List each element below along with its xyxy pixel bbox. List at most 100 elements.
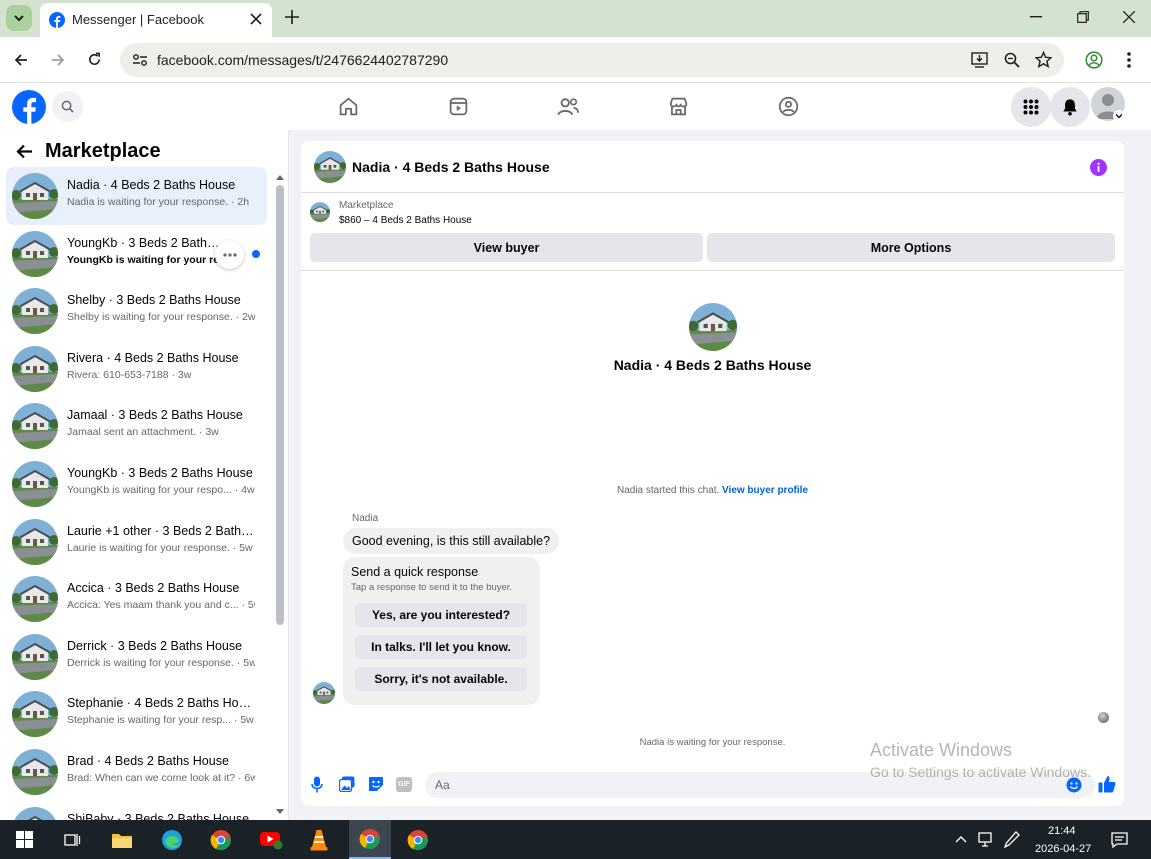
vlc-button[interactable] <box>299 820 339 859</box>
new-tab-icon[interactable] <box>285 10 299 24</box>
network-icon[interactable] <box>978 832 994 847</box>
video-icon[interactable] <box>448 96 469 117</box>
listing-title[interactable]: $860 – 4 Beds 2 Baths House <box>339 215 472 226</box>
account-chevron[interactable] <box>1113 110 1125 122</box>
windows-taskbar: 21:44 2026-04-27 <box>0 820 1151 859</box>
scroll-up-icon[interactable] <box>276 174 284 180</box>
message-bubble[interactable]: Good evening, is this still available? <box>343 528 560 554</box>
quick-reply-not-available[interactable]: Sorry, it's not available. <box>355 667 527 691</box>
scroll-down-icon[interactable] <box>276 809 284 815</box>
more-options-icon <box>222 252 237 257</box>
back-arrow-icon[interactable] <box>16 144 33 159</box>
browser-menu-icon[interactable] <box>1127 52 1131 68</box>
conversation-avatar <box>12 806 58 820</box>
task-view-button[interactable] <box>52 820 92 859</box>
tab-title: Messenger | Facebook <box>72 12 204 27</box>
clock-date[interactable]: 2026-04-27 <box>1035 843 1091 855</box>
chat-title[interactable]: Nadia · 4 Beds 2 Baths House <box>352 159 550 175</box>
conversation-name: Accica · 3 Beds 2 Baths House <box>67 581 240 596</box>
menu-button[interactable] <box>1011 87 1051 127</box>
info-icon[interactable] <box>1090 159 1107 176</box>
quick-response-card: Send a quick response Tap a response to … <box>343 557 540 705</box>
bookmark-star-icon[interactable] <box>1035 51 1052 68</box>
tab-messenger[interactable]: Messenger | Facebook <box>40 3 272 37</box>
conversation-item[interactable]: ShiBaby · 3 Beds 2 Baths House <box>6 801 267 820</box>
chrome-active-button[interactable] <box>349 820 391 859</box>
quick-response-subtitle: Tap a response to send it to the buyer. <box>351 582 513 593</box>
conversation-item[interactable]: Derrick · 3 Beds 2 Baths House Derrick is… <box>6 628 267 686</box>
conversation-item[interactable]: Shelby · 3 Beds 2 Baths House Shelby is w… <box>6 282 267 340</box>
notification-center-icon[interactable] <box>1111 832 1128 848</box>
conversation-preview: Nadia is waiting for your response. · 2h <box>67 196 250 208</box>
minimize-icon[interactable] <box>1030 16 1042 18</box>
conversation-avatar <box>12 691 58 738</box>
conversation-item[interactable]: Jamaal · 3 Beds 2 Baths House Jamaal sent… <box>6 397 267 455</box>
photo-icon[interactable] <box>339 776 355 792</box>
quick-reply-in-talks[interactable]: In talks. I'll let you know. <box>355 635 527 659</box>
activate-windows-subtitle: Go to Settings to activate Windows. <box>870 764 1091 780</box>
youtube-app-button[interactable] <box>251 820 291 859</box>
close-window-icon[interactable] <box>1123 11 1135 23</box>
facebook-logo-icon[interactable] <box>12 90 46 124</box>
site-settings-icon[interactable] <box>132 53 148 67</box>
marketplace-icon[interactable] <box>668 96 689 117</box>
conversation-avatar <box>12 345 58 392</box>
fb-search-button[interactable] <box>52 91 83 122</box>
conversation-item[interactable]: Nadia · 4 Beds 2 Baths House Nadia is wai… <box>6 167 267 225</box>
conversation-name: YoungKb · 3 Beds 2 Baths House <box>67 235 225 250</box>
sidebar-scrollbar[interactable] <box>276 185 284 625</box>
forward-arrow-icon[interactable] <box>51 53 65 67</box>
back-arrow-icon[interactable] <box>14 53 28 67</box>
tray-chevron-up-icon[interactable] <box>955 835 967 843</box>
install-app-icon[interactable] <box>971 52 988 68</box>
reload-icon[interactable] <box>87 52 102 67</box>
microphone-icon[interactable] <box>311 776 323 793</box>
conversation-item[interactable]: Brad · 4 Beds 2 Baths House Brad: When ca… <box>6 743 267 801</box>
quick-reply-interested[interactable]: Yes, are you interested? <box>355 603 527 627</box>
restore-icon[interactable] <box>1077 11 1089 23</box>
zoom-icon[interactable] <box>1004 52 1020 68</box>
conversation-options-button[interactable] <box>215 240 244 269</box>
address-bar[interactable]: facebook.com/messages/t/2476624402787290 <box>120 43 1064 77</box>
start-button[interactable] <box>4 820 44 859</box>
notifications-button[interactable] <box>1050 87 1090 127</box>
close-tab-icon[interactable] <box>250 13 262 25</box>
conversation-sidebar: Marketplace Nadia · 4 Beds 2 Baths House… <box>0 130 289 820</box>
gif-button[interactable]: GIF <box>396 777 412 792</box>
home-icon[interactable] <box>338 96 359 117</box>
chrome-profile-0-button[interactable] <box>201 820 241 859</box>
conversation-item[interactable]: Rivera · 4 Beds 2 Baths House Rivera: 610… <box>6 340 267 398</box>
conversation-item[interactable]: Accica · 3 Beds 2 Baths House Accica: Yes… <box>6 570 267 628</box>
gaming-icon[interactable] <box>778 96 799 117</box>
conversation-item[interactable]: YoungKb · 3 Beds 2 Baths House YoungKb is… <box>6 455 267 513</box>
more-options-button[interactable]: More Options <box>707 233 1115 262</box>
conversation-name: Stephanie · 4 Beds 2 Baths House <box>67 696 255 711</box>
view-buyer-profile-link[interactable]: View buyer profile <box>722 485 808 496</box>
conversation-item[interactable]: Stephanie · 4 Beds 2 Baths House Stephani… <box>6 685 267 743</box>
clock-time[interactable]: 21:44 <box>1048 825 1076 837</box>
view-buyer-button[interactable]: View buyer <box>310 233 703 262</box>
pen-icon[interactable] <box>1004 831 1020 848</box>
thumbs-up-icon[interactable] <box>1098 775 1116 793</box>
chat-avatar[interactable] <box>314 151 346 183</box>
task-view-icon <box>64 833 81 846</box>
marketplace-label: Marketplace <box>339 200 394 211</box>
chrome-icon <box>407 829 428 850</box>
listing-thumbnail <box>310 202 330 222</box>
url-text: facebook.com/messages/t/2476624402787290 <box>157 52 449 68</box>
sticker-icon[interactable] <box>368 776 384 792</box>
conversation-avatar <box>12 633 58 680</box>
chat-area: Nadia · 4 Beds 2 Baths House Marketplace… <box>289 130 1151 820</box>
edge-button[interactable] <box>152 820 192 859</box>
conversation-item[interactable]: Laurie +1 other · 3 Beds 2 Baths... Lauri… <box>6 513 267 571</box>
profile-icon[interactable] <box>1085 51 1103 69</box>
friends-icon[interactable] <box>557 96 579 117</box>
conversation-name: Nadia · 4 Beds 2 Baths House <box>67 178 236 192</box>
tab-search-button[interactable] <box>6 5 32 31</box>
chrome-profile-2-button[interactable] <box>398 820 438 859</box>
unread-dot <box>252 250 260 258</box>
conversation-name: YoungKb · 3 Beds 2 Baths House <box>67 466 253 480</box>
file-explorer-button[interactable] <box>102 820 142 859</box>
buyer-profile-avatar[interactable] <box>689 303 737 351</box>
chevron-down-icon <box>1115 114 1123 119</box>
